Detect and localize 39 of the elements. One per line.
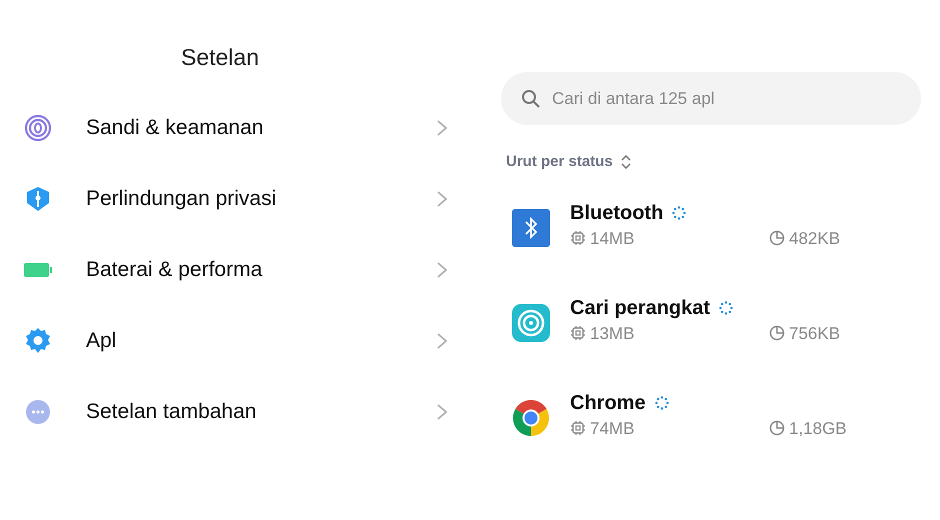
chevron-right-icon <box>436 332 448 350</box>
storage-usage: 1,18GB <box>789 418 847 440</box>
chip-icon <box>570 325 586 342</box>
app-icon[interactable] <box>511 302 551 342</box>
pie-chart-icon <box>769 420 785 436</box>
sort-button[interactable]: Urut per status <box>506 151 631 174</box>
loading-icon <box>654 394 670 410</box>
fingerprint-icon <box>24 114 52 142</box>
shield-icon <box>24 184 52 212</box>
settings-item[interactable]: Apl <box>24 305 448 376</box>
storage-usage: 482KB <box>789 228 840 250</box>
chevron-right-icon <box>436 402 448 420</box>
memory-usage: 13MB <box>590 322 634 344</box>
pie-chart-icon <box>769 325 785 342</box>
more-icon <box>24 398 52 426</box>
app-name: Chrome <box>570 390 646 416</box>
loading-icon <box>671 204 688 220</box>
settings-item[interactable]: Baterai & performa <box>24 234 448 305</box>
gear-icon <box>24 326 52 354</box>
chip-icon <box>570 230 586 246</box>
memory-usage: 14MB <box>590 228 634 250</box>
chevron-right-icon <box>436 118 448 136</box>
app-name: Bluetooth <box>570 200 664 226</box>
sort-icon <box>620 155 631 170</box>
chip-icon <box>570 420 586 436</box>
chevron-right-icon <box>436 190 448 208</box>
chevron-right-icon <box>436 260 448 278</box>
app-name: Cari perangkat <box>570 296 710 320</box>
pie-chart-icon <box>769 230 785 246</box>
search-field[interactable]: Cari di antara 125 apl <box>501 72 921 125</box>
page-title: Setelan <box>180 46 260 69</box>
app-icon[interactable] <box>511 398 551 438</box>
loading-icon <box>718 300 734 316</box>
settings-item[interactable]: Setelan tambahan <box>24 376 448 447</box>
settings-item[interactable]: Sandi & keamanan <box>24 92 448 163</box>
storage-usage: 756KB <box>789 322 840 344</box>
settings-item[interactable]: Perlindungan privasi <box>24 163 448 234</box>
app-icon[interactable] <box>511 208 551 248</box>
memory-usage: 74MB <box>590 418 634 440</box>
